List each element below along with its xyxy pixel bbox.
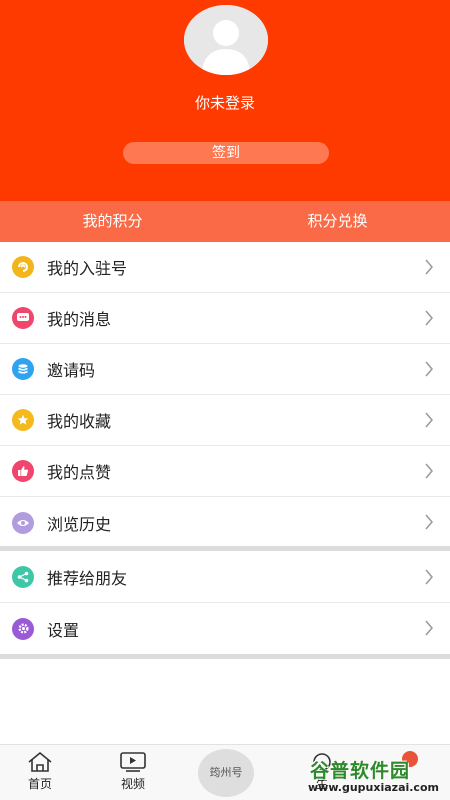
points-exchange-tab[interactable]: 积分兑换	[225, 201, 450, 242]
menu-item-invite-code[interactable]: 邀请码	[0, 344, 450, 395]
share-icon	[12, 566, 34, 588]
tab-center-button[interactable]: 筠州号	[198, 749, 254, 797]
menu-item-checkin[interactable]: 我的入驻号	[0, 242, 450, 293]
section-divider	[0, 654, 450, 659]
default-avatar-icon	[184, 5, 268, 75]
login-status[interactable]: 你未登录	[0, 92, 450, 113]
invite-code-icon	[12, 358, 34, 380]
chevron-right-icon	[425, 259, 433, 275]
checkin-icon	[12, 256, 34, 278]
my-points-tab[interactable]: 我的积分	[0, 201, 225, 242]
menu-item-likes[interactable]: 我的点赞	[0, 446, 450, 497]
menu-label: 设置	[47, 620, 80, 640]
message-icon	[12, 307, 34, 329]
menu-item-history[interactable]: 浏览历史	[0, 497, 450, 548]
chevron-right-icon	[425, 620, 433, 636]
menu-item-share[interactable]: 推荐给朋友	[0, 552, 450, 603]
menu-item-settings[interactable]: 设置	[0, 603, 450, 654]
tab-video[interactable]: 视频	[103, 745, 163, 800]
menu-label: 推荐给朋友	[47, 569, 128, 588]
tab-label: 视频	[120, 777, 145, 791]
menu-item-favorites[interactable]: 我的收藏	[0, 395, 450, 446]
chevron-right-icon	[425, 361, 433, 377]
chevron-right-icon	[425, 463, 433, 479]
menu-label: 浏览历史	[47, 514, 112, 534]
menu-label: 邀请码	[47, 361, 96, 380]
menu-label: 我的消息	[47, 310, 112, 329]
section-divider	[0, 546, 450, 551]
thumbs-up-icon	[12, 460, 34, 482]
star-icon	[12, 409, 34, 431]
home-icon	[28, 751, 52, 772]
watermark-url: www.gupuxiazai.com	[308, 781, 439, 794]
menu-group-other: 推荐给朋友 设置	[0, 552, 450, 654]
eye-icon	[12, 511, 34, 534]
profile-header: 你未登录 签到	[0, 0, 450, 201]
points-bar: 我的积分 积分兑换	[0, 201, 450, 242]
chevron-right-icon	[425, 514, 433, 530]
avatar[interactable]	[184, 5, 268, 75]
menu-item-messages[interactable]: 我的消息	[0, 293, 450, 344]
watermark: 谷普软件园 www.gupuxiazai.com	[306, 752, 450, 800]
menu-label: 我的收藏	[47, 412, 112, 431]
gear-icon	[12, 617, 34, 640]
menu-group-main: 我的入驻号 我的消息 邀请码 我的收藏 我的点赞 浏览历史	[0, 242, 450, 548]
signin-button[interactable]: 签到	[123, 142, 329, 164]
menu-label: 我的入驻号	[47, 259, 128, 278]
chevron-right-icon	[425, 569, 433, 585]
tab-home[interactable]: 首页	[10, 745, 70, 800]
chevron-right-icon	[425, 412, 433, 428]
watermark-logo: 谷普软件园	[310, 760, 411, 782]
chevron-right-icon	[425, 310, 433, 326]
tab-label: 首页	[27, 777, 52, 791]
video-play-icon	[120, 752, 146, 772]
menu-label: 我的点赞	[47, 463, 112, 482]
